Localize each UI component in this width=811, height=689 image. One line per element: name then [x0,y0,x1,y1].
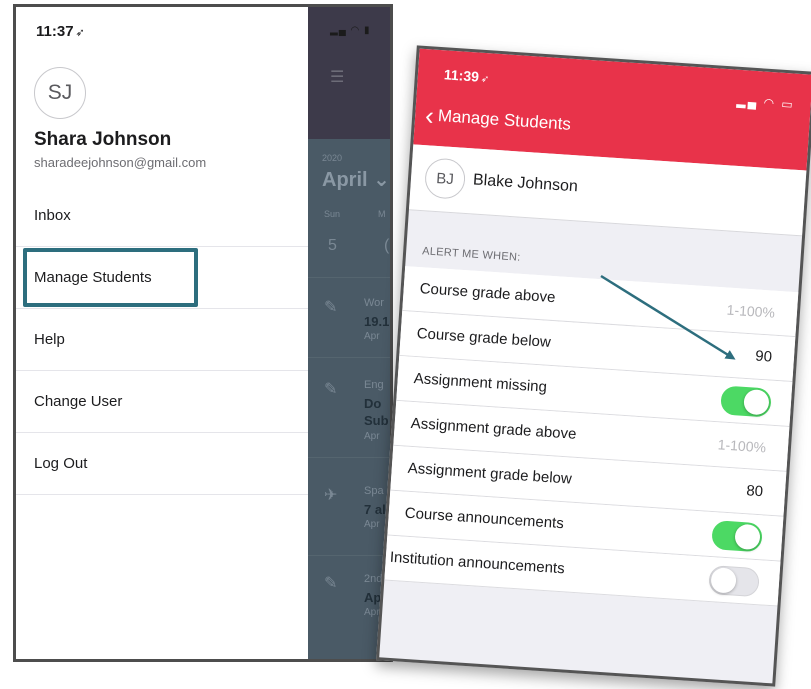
side-drawer: 11:37 ➶ SJ Shara Johnson sharadeejohnson@… [16,7,308,659]
assignment-icon: ✎ [324,299,338,316]
status-icons: ▂▄ ◠ ▭ [736,94,795,112]
battery-icon: ▭ [780,96,796,112]
right-phone-screenshot: 11:39➶ ▂▄ ◠ ▭ ‹ Manage Students BJ Blake… [376,45,811,687]
status-bar-time: 11:39➶ [443,66,490,86]
location-arrow-icon: ➶ [75,27,85,39]
alert-settings-list: Course grade above 1-100% Course grade b… [384,266,799,607]
left-phone-screenshot: 11:37 ➶ SJ Shara Johnson sharadeejohnson@… [13,4,393,662]
menu-item-log-out[interactable]: Log Out [16,433,308,495]
toggle-knob [734,523,761,551]
weekday-label: M [378,209,386,219]
user-name: Shara Johnson [34,129,172,150]
menu-item-manage-students[interactable]: Manage Students [16,247,308,309]
divider [308,357,390,358]
weekday-label: Sun [324,209,341,219]
dimmed-calendar-backdrop[interactable]: ▂▄ ◠ ▮ ☰ 2020 April ⌄ Sun M 5 ( ✎ Wor 19… [308,7,390,659]
menu-item-change-user[interactable]: Change User [16,371,308,433]
student-name: Blake Johnson [472,171,579,196]
toggle-knob [710,567,737,594]
drawer-menu: Inbox Manage Students Help Change User L… [16,185,308,495]
toggle-knob [743,388,770,416]
course-announcements-toggle[interactable] [711,520,763,553]
calendar-month: April ⌄ [322,169,390,191]
assignment-missing-toggle[interactable] [720,385,772,418]
rocket-icon: ✈ [324,487,338,504]
menu-item-inbox[interactable]: Inbox [16,185,308,247]
assignment-grade-below-input[interactable]: 80 [746,482,764,500]
institution-announcements-toggle[interactable] [708,564,760,598]
assignment-grade-above-input[interactable]: 1-100% [717,436,766,455]
divider [308,277,390,278]
calendar-day: 5 [328,237,337,254]
backdrop-status-icons: ▂▄ ◠ ▮ [330,25,371,36]
back-button-label: Manage Students [437,105,572,134]
divider [308,457,390,458]
hamburger-icon: ☰ [330,69,345,86]
wifi-icon: ◠ [763,95,777,111]
assignment-icon: ✎ [324,381,338,398]
chevron-left-icon: ‹ [424,99,435,131]
assignment-icon: ✎ [324,575,338,592]
divider [308,555,390,556]
avatar: BJ [423,157,467,200]
location-arrow-icon: ➶ [480,73,490,86]
back-button[interactable]: ‹ Manage Students [424,99,572,135]
avatar[interactable]: SJ [34,67,86,119]
status-bar-time: 11:37 ➶ [36,23,85,40]
course-grade-above-input[interactable]: 1-100% [726,302,775,321]
chevron-down-icon: ⌄ [373,169,390,191]
signal-icon: ▂▄ [736,93,759,110]
menu-item-help[interactable]: Help [16,309,308,371]
calendar-day: ( [384,237,390,254]
course-grade-below-input[interactable]: 90 [755,348,773,366]
calendar-year: 2020 [322,153,343,163]
section-header: ALERT ME WHEN: [421,245,521,264]
user-email: sharadeejohnson@gmail.com [34,155,207,170]
